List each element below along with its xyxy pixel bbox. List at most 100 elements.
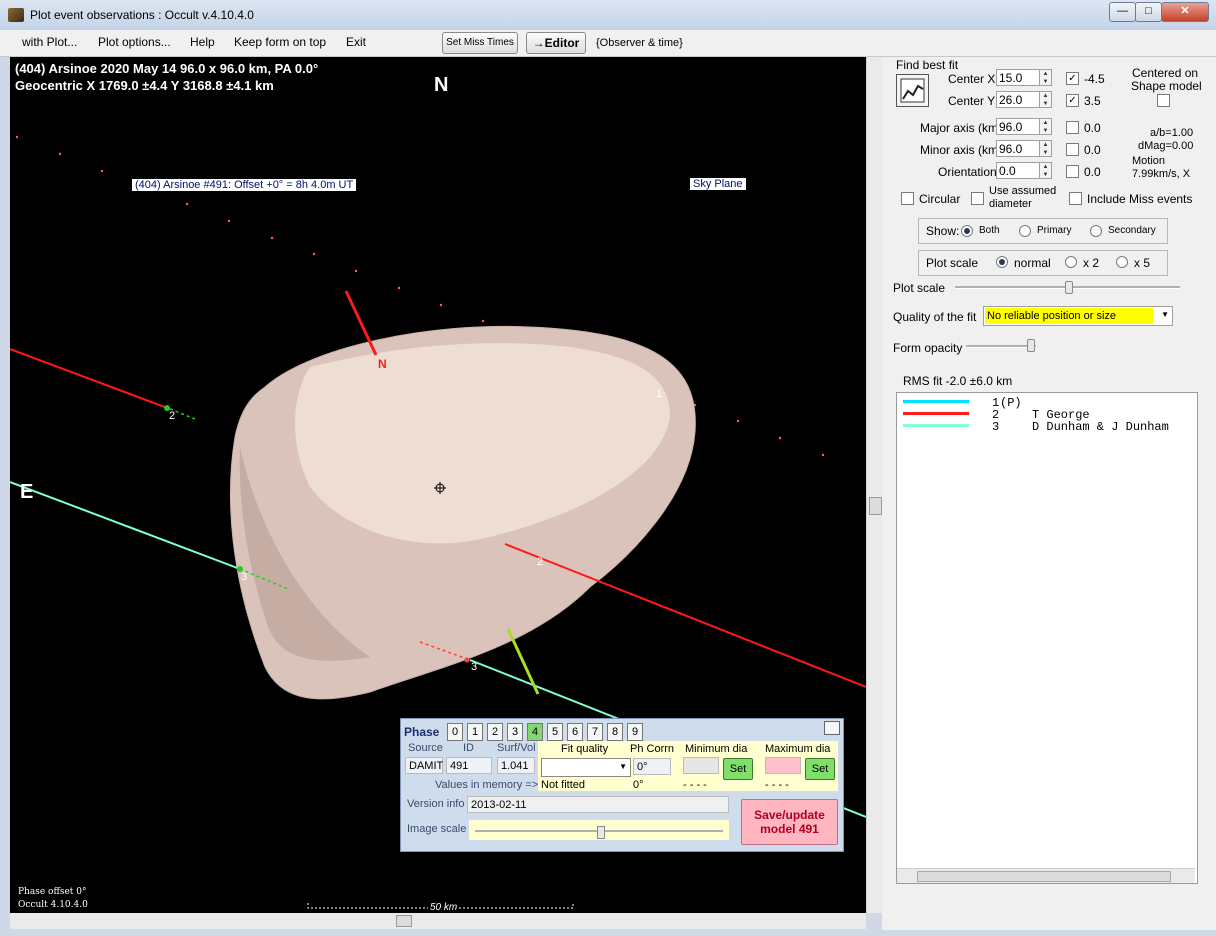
form-opacity-track[interactable] — [966, 345, 1036, 348]
sky-plane-label: Sky Plane — [690, 178, 746, 190]
phase-button-5[interactable]: 5 — [547, 723, 563, 741]
show-primary-label: Primary — [1037, 225, 1072, 236]
phase-button-3[interactable]: 3 — [507, 723, 523, 741]
center-x-checkbox[interactable]: ✓ — [1066, 72, 1079, 85]
phase-button-8[interactable]: 8 — [607, 723, 623, 741]
hscroll-thumb[interactable] — [396, 915, 412, 927]
legend-hscroll-thumb[interactable] — [917, 871, 1171, 882]
save-update-model-button[interactable]: Save/update model 491 — [741, 799, 838, 845]
max-dia-label: Maximum dia — [765, 743, 831, 755]
image-scale-slider[interactable] — [469, 820, 729, 840]
scale-x5-label: x 5 — [1134, 256, 1151, 270]
include-miss-checkbox[interactable] — [1069, 192, 1082, 205]
phase-panel-close-box[interactable] — [824, 721, 840, 735]
max-dia-field[interactable] — [765, 757, 801, 774]
scale-normal-radio[interactable] — [996, 256, 1008, 268]
show-secondary-radio[interactable] — [1090, 225, 1102, 237]
menu-keep-on-top[interactable]: Keep form on top — [234, 35, 326, 49]
scale-x2-label: x 2 — [1083, 256, 1100, 270]
menu-exit[interactable]: Exit — [346, 35, 366, 49]
show-label: Show: — [926, 224, 960, 238]
phase-offset-label: Phase offset 0° — [18, 887, 87, 897]
orientation-spinner[interactable]: ▲ ▼ — [1039, 162, 1052, 179]
show-both-radio[interactable] — [961, 225, 973, 237]
min-dia-field[interactable] — [683, 757, 719, 774]
title-bar: Plot event observations : Occult v.4.10.… — [0, 0, 1216, 31]
menu-with-plot[interactable]: with Plot... — [22, 35, 77, 49]
phase-button-9[interactable]: 9 — [627, 723, 643, 741]
minor-axis-field[interactable]: 96.0 — [996, 140, 1040, 157]
legend-line-cyan — [903, 400, 969, 403]
circular-label: Circular — [919, 192, 961, 206]
occult-version-label: Occult 4.10.4.0 — [18, 900, 88, 910]
occult-app-icon — [8, 8, 24, 22]
centered-on-shape-checkbox[interactable] — [1157, 94, 1170, 107]
legend-row-2: 2 T George — [897, 408, 1195, 422]
menu-plot-options[interactable]: Plot options... — [98, 35, 171, 49]
orientation-checkbox[interactable] — [1066, 165, 1079, 178]
set-max-dia-button[interactable]: Set — [805, 758, 835, 780]
orientation-field[interactable]: 0.0 — [996, 162, 1040, 179]
orientation-uncertainty: 0.0 — [1084, 165, 1101, 179]
fit-quality-dropdown[interactable]: ▼ — [541, 758, 631, 777]
menu-bar: with Plot... Plot options... Help Keep f… — [0, 30, 1216, 57]
max-dia-memory: - - - - — [765, 779, 789, 791]
center-x-spinner[interactable]: ▲ ▼ — [1039, 69, 1052, 86]
phase-button-1[interactable]: 1 — [467, 723, 483, 741]
center-y-spinner[interactable]: ▲ ▼ — [1039, 91, 1052, 108]
plot-scale-thumb[interactable] — [1065, 281, 1073, 294]
circular-checkbox[interactable] — [901, 192, 914, 205]
use-assumed-diameter-checkbox[interactable] — [971, 192, 984, 205]
major-axis-field[interactable]: 96.0 — [996, 118, 1040, 135]
major-axis-spinner[interactable]: ▲ ▼ — [1039, 118, 1052, 135]
minor-axis-spinner[interactable]: ▲ ▼ — [1039, 140, 1052, 157]
chord-label-3-mid: 3 — [471, 661, 478, 673]
version-info-label: Version info — [407, 798, 465, 810]
scale-x5-radio[interactable] — [1116, 256, 1128, 268]
phase-button-0[interactable]: 0 — [447, 723, 463, 741]
surfvol-field: 1.041 — [497, 757, 535, 774]
quality-dropdown[interactable]: No reliable position or size ▼ — [983, 306, 1173, 326]
ph-corr-field[interactable]: 0° — [633, 758, 671, 775]
image-scale-thumb[interactable] — [597, 826, 605, 839]
menu-help[interactable]: Help — [190, 35, 215, 49]
close-button[interactable]: ✕ — [1161, 2, 1209, 22]
dmag-value: dMag=0.00 — [1138, 140, 1194, 152]
major-axis-uncertainty: 0.0 — [1084, 121, 1101, 135]
surfvol-label: Surf/Vol — [497, 742, 536, 754]
center-y-field[interactable]: 26.0 — [996, 91, 1040, 108]
legend-hscrollbar[interactable] — [897, 868, 1195, 883]
plot-horizontal-scrollbar[interactable] — [10, 913, 866, 929]
phase-button-6[interactable]: 6 — [567, 723, 583, 741]
set-miss-times-button[interactable]: Set Miss Times — [442, 32, 518, 54]
legend-line-red — [903, 412, 969, 415]
set-min-dia-button[interactable]: Set — [723, 758, 753, 780]
phase-button-4[interactable]: 4 — [527, 723, 543, 741]
show-secondary-label: Secondary — [1108, 225, 1156, 236]
maximize-button[interactable]: □ — [1135, 2, 1162, 22]
chevron-down-icon[interactable]: ▼ — [619, 762, 627, 771]
minor-axis-checkbox[interactable] — [1066, 143, 1079, 156]
plot-vertical-scrollbar[interactable] — [866, 57, 883, 913]
minimize-button[interactable]: — — [1109, 2, 1136, 22]
save-update-line1: Save/update — [754, 808, 825, 822]
vscroll-thumb[interactable] — [869, 497, 882, 515]
scale-bar-label: 50 km — [428, 902, 460, 913]
major-axis-checkbox[interactable] — [1066, 121, 1079, 134]
observer-time-label: {Observer & time} — [596, 37, 683, 49]
ph-corr-label: Ph Corrn — [630, 743, 675, 755]
center-x-field[interactable]: 15.0 — [996, 69, 1040, 86]
form-opacity-thumb[interactable] — [1027, 339, 1035, 352]
show-primary-radio[interactable] — [1019, 225, 1031, 237]
scale-normal-label: normal — [1014, 256, 1051, 270]
version-info-field[interactable]: 2013-02-11 — [467, 796, 729, 813]
phase-button-7[interactable]: 7 — [587, 723, 603, 741]
scale-x2-radio[interactable] — [1065, 256, 1077, 268]
phase-button-2[interactable]: 2 — [487, 723, 503, 741]
find-best-fit-button[interactable] — [896, 74, 929, 107]
chevron-down-icon[interactable]: ▼ — [1161, 310, 1169, 319]
center-y-checkbox[interactable]: ✓ — [1066, 94, 1079, 107]
editor-button[interactable]: →Editor — [526, 32, 586, 54]
form-opacity-label: Form opacity — [893, 341, 963, 355]
chord-label-2-left: 2 — [169, 410, 176, 422]
